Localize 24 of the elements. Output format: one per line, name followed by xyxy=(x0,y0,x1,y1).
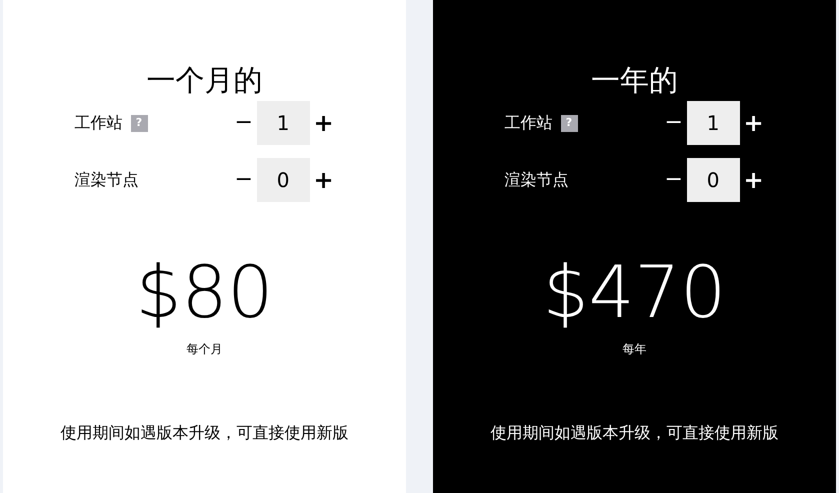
field-label: 工作站 xyxy=(504,112,552,134)
price: $80 xyxy=(136,252,274,332)
decrement-button[interactable]: − xyxy=(664,169,684,191)
increment-button[interactable]: + xyxy=(742,168,764,192)
field-label: 渲染节点 xyxy=(504,169,568,191)
billing-period: 每年 xyxy=(622,341,646,358)
upgrade-note: 使用期间如遇版本升级，可直接使用新版 xyxy=(60,422,348,444)
field-label: 工作站 xyxy=(74,112,122,134)
decrement-button[interactable]: − xyxy=(664,112,684,134)
decrement-button[interactable]: − xyxy=(234,169,254,191)
field-label: 渲染节点 xyxy=(74,169,138,191)
quantity-field[interactable]: 1 xyxy=(686,101,740,145)
price: $470 xyxy=(542,252,726,332)
plan-title: 一个月的 xyxy=(146,62,262,99)
plan-title: 一年的 xyxy=(591,62,678,99)
billing-period: 每个月 xyxy=(186,341,222,358)
increment-button[interactable]: + xyxy=(312,168,334,192)
increment-button[interactable]: + xyxy=(742,111,764,135)
increment-button[interactable]: + xyxy=(312,111,334,135)
decrement-button[interactable]: − xyxy=(234,112,254,134)
upgrade-note: 使用期间如遇版本升级，可直接使用新版 xyxy=(490,422,778,444)
quantity-field[interactable]: 0 xyxy=(256,158,310,202)
quantity-field[interactable]: 1 xyxy=(256,101,310,145)
quantity-field[interactable]: 0 xyxy=(686,158,740,202)
